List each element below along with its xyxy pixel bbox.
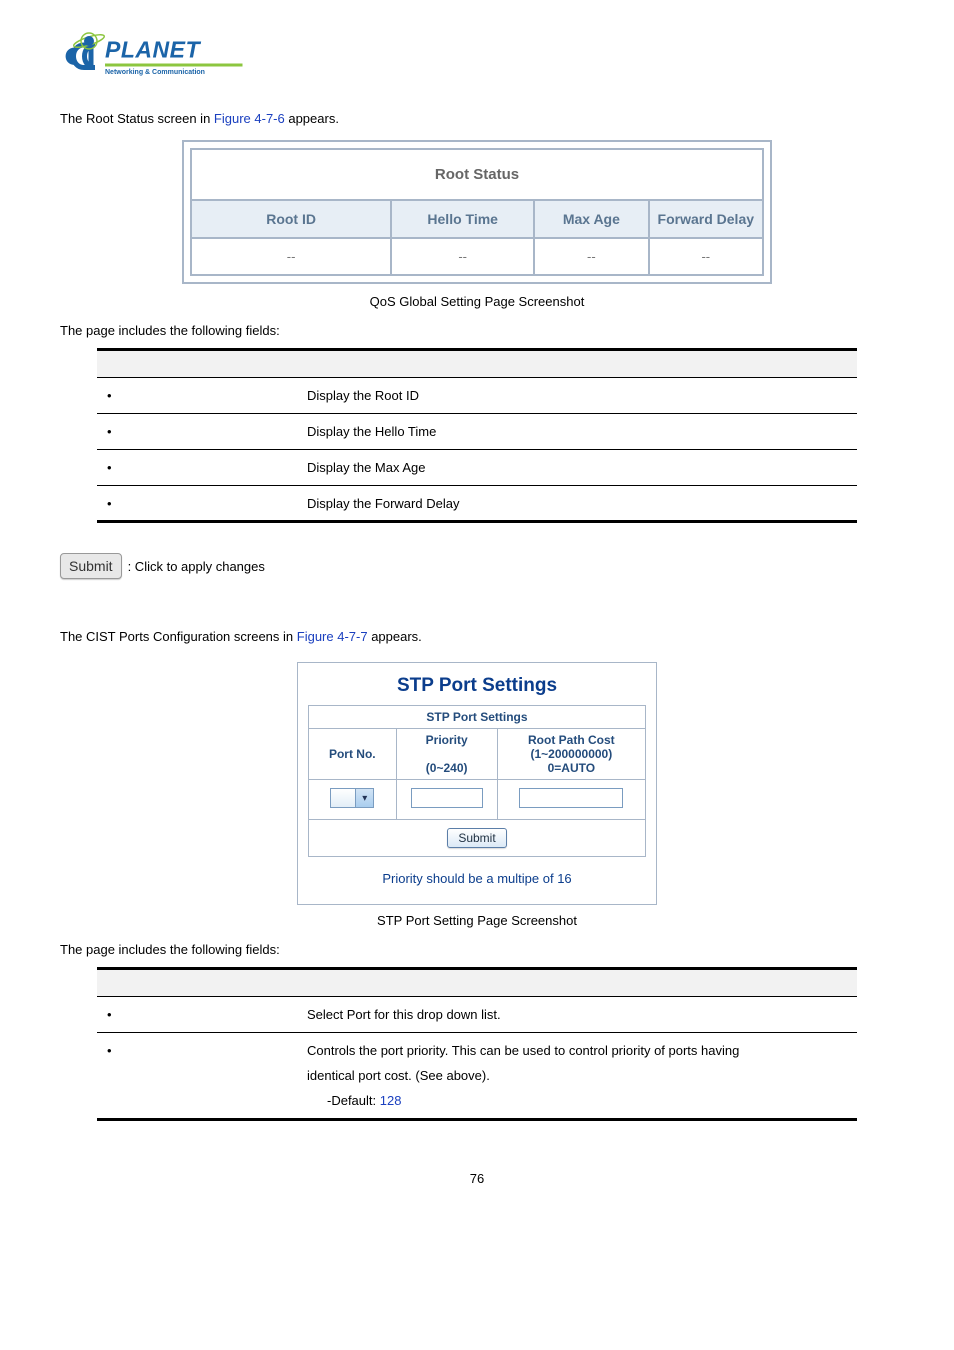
ft1-desc-3: Display the Forward Delay	[297, 486, 857, 522]
port-dropdown[interactable]: ▾	[330, 788, 374, 808]
th-hello-time: Hello Time	[391, 200, 534, 238]
th-cost-l3: 0=AUTO	[548, 761, 595, 775]
ft1-desc-0: Display the Root ID	[297, 378, 857, 414]
submit-desc: : Click to apply changes	[128, 559, 265, 574]
intro-b-end: appears.	[368, 629, 422, 644]
th-priority-l1: Priority	[426, 733, 468, 747]
stp-note: Priority should be a multipe of 16	[313, 865, 642, 888]
default-value: 128	[380, 1093, 402, 1108]
bullet-icon: •	[107, 1043, 121, 1058]
th-cost: Root Path Cost (1~200000000) 0=AUTO	[497, 729, 645, 780]
ft1-desc-1: Display the Hello Time	[297, 414, 857, 450]
td-forward-delay: --	[649, 238, 763, 275]
th-cost-l2: (1~200000000)	[530, 747, 612, 761]
th-root-id: Root ID	[191, 200, 391, 238]
caption-1: QoS Global Setting Page Screenshot	[60, 294, 894, 309]
priority-input[interactable]	[411, 788, 483, 808]
stp-port-settings-panel: STP Port Settings STP Port Settings Port…	[297, 662, 657, 905]
intro-a-end: appears.	[285, 111, 339, 126]
ft1-desc-2: Display the Max Age	[297, 450, 857, 486]
svg-text:PLANET: PLANET	[105, 37, 201, 63]
bullet-icon: •	[107, 496, 121, 511]
planet-logo-svg: PLANET Networking & Communication	[60, 20, 260, 90]
ft2-header-desc	[297, 969, 857, 997]
default-label: -Default:	[327, 1093, 380, 1108]
ft2-desc-1b: identical port cost. (See above).	[307, 1068, 857, 1083]
page-number: 76	[60, 1171, 894, 1186]
intro-b: The CIST Ports Configuration screens in	[60, 629, 297, 644]
cost-input[interactable]	[519, 788, 623, 808]
bullet-icon: •	[107, 388, 121, 403]
root-status-panel: Root Status Root ID Hello Time Max Age F…	[182, 140, 772, 284]
brand-logo: PLANET Networking & Communication	[60, 20, 894, 93]
stp-sub: STP Port Settings	[309, 706, 646, 729]
th-priority-l2: (0~240)	[426, 761, 468, 775]
intro-a: The Root Status screen in	[60, 111, 214, 126]
th-max-age: Max Age	[534, 200, 648, 238]
caption-2: STP Port Setting Page Screenshot	[60, 913, 894, 928]
th-forward-delay: Forward Delay	[649, 200, 763, 238]
intro-text-2: The CIST Ports Configuration screens in …	[60, 629, 894, 644]
bullet-icon: •	[107, 424, 121, 439]
bullet-icon: •	[107, 460, 121, 475]
figure-link-477: Figure 4-7-7	[297, 629, 368, 644]
ft2-header-object	[97, 969, 297, 997]
stp-inner-table: STP Port Settings Port No. Priority (0~2…	[308, 705, 646, 896]
fields-table-1: • Display the Root ID • Display the Hell…	[97, 348, 857, 523]
th-cost-l1: Root Path Cost	[528, 733, 615, 747]
root-status-title: Root Status	[198, 160, 756, 189]
svg-text:Networking & Communication: Networking & Communication	[105, 69, 205, 76]
stp-title: STP Port Settings	[308, 671, 646, 705]
ft2-default-line: -Default: 128	[307, 1093, 857, 1108]
submit-row: Submit : Click to apply changes	[60, 553, 894, 579]
td-max-age: --	[534, 238, 648, 275]
td-root-id: --	[191, 238, 391, 275]
fields-intro-1: The page includes the following fields:	[60, 323, 894, 338]
th-port-no: Port No.	[309, 729, 397, 780]
ft1-header-desc	[297, 350, 857, 378]
stp-submit-button[interactable]: Submit	[447, 828, 506, 848]
ft2-desc-0: Select Port for this drop down list.	[297, 997, 857, 1033]
submit-button[interactable]: Submit	[60, 553, 122, 579]
figure-link-476: Figure 4-7-6	[214, 111, 285, 126]
bullet-icon: •	[107, 1007, 121, 1022]
ft1-header-object	[97, 350, 297, 378]
root-status-table: Root Status Root ID Hello Time Max Age F…	[190, 148, 764, 276]
th-priority: Priority (0~240)	[396, 729, 497, 780]
fields-intro-2: The page includes the following fields:	[60, 942, 894, 957]
td-hello-time: --	[391, 238, 534, 275]
fields-table-2: • Select Port for this drop down list. •…	[97, 967, 857, 1121]
ft2-desc-1a: Controls the port priority. This can be …	[307, 1043, 857, 1058]
chevron-down-icon: ▾	[355, 789, 373, 807]
intro-text-1: The Root Status screen in Figure 4-7-6 a…	[60, 111, 894, 126]
